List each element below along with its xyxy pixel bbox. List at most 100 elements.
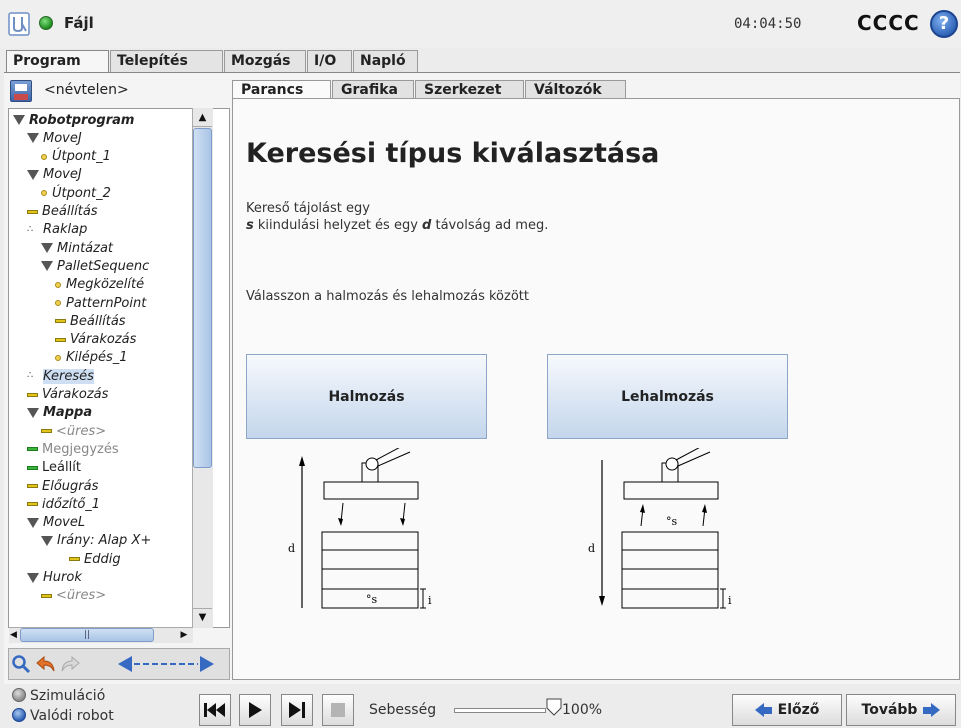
tree-node[interactable]: <üres> xyxy=(41,422,106,440)
tree-node-label: PalletSequenc xyxy=(57,258,150,274)
tree-node-label: Raklap xyxy=(43,222,88,238)
tree-node-label: PatternPoint xyxy=(66,295,147,311)
tree-node[interactable]: Megközelíté xyxy=(55,276,144,294)
tree-node[interactable]: ∴ Keresés xyxy=(27,367,94,385)
tree-node[interactable]: Megjegyzés xyxy=(27,440,119,458)
tab-move[interactable]: Mozgás xyxy=(224,50,306,72)
speed-slider[interactable] xyxy=(454,708,546,713)
tab-structure[interactable]: Szerkezet xyxy=(415,80,524,100)
tab-command[interactable]: Parancs xyxy=(232,80,331,100)
scroll-down-icon[interactable]: ▼ xyxy=(193,608,212,626)
stack-button[interactable]: Halmozás xyxy=(246,354,487,439)
real-robot-radio[interactable] xyxy=(12,708,26,722)
tree-node-label: Útpont_2 xyxy=(52,185,111,201)
tree-node[interactable]: PalletSequenc xyxy=(41,257,149,275)
tree-node[interactable]: időzítő_1 xyxy=(27,495,100,513)
tree-node[interactable]: PatternPoint xyxy=(55,294,146,312)
tab-installation[interactable]: Telepítés xyxy=(110,50,223,72)
tree-node-label: Keresés xyxy=(43,368,94,384)
diagram-i-label: i xyxy=(428,594,432,607)
tree-node[interactable]: Eddig xyxy=(69,550,121,568)
rewind-button[interactable] xyxy=(199,694,231,726)
tree-node[interactable]: Beállítás xyxy=(55,312,126,330)
waypoint-icon xyxy=(41,153,47,160)
description-line-2: s kiindulási helyzet és egy d távolság a… xyxy=(246,218,548,233)
desc-mid: kiindulási helyzet és egy xyxy=(253,218,423,233)
tree-node-label: Eddig xyxy=(84,551,121,567)
play-button[interactable] xyxy=(239,694,271,726)
folder-triangle-icon xyxy=(27,517,39,528)
program-name: <névtelen> xyxy=(44,82,129,98)
scroll-left-icon[interactable]: ◀ xyxy=(10,628,20,642)
clock: 04:04:50 xyxy=(734,16,802,32)
tree-node-label: MoveL xyxy=(43,515,86,531)
scroll-thumb[interactable] xyxy=(193,128,212,468)
tab-variables[interactable]: Változók xyxy=(525,80,626,100)
command-icon xyxy=(41,593,52,598)
tree-node[interactable]: Mappa xyxy=(27,404,92,422)
scroll-right-icon[interactable]: ▶ xyxy=(176,628,192,642)
scroll-up-icon[interactable]: ▲ xyxy=(193,109,212,127)
tree-node[interactable]: Várakozás xyxy=(55,331,136,349)
simulation-radio[interactable] xyxy=(12,688,26,702)
help-icon[interactable]: ? xyxy=(930,10,958,38)
choose-text: Válasszon a halmozás és lehalmozás közöt… xyxy=(246,289,529,304)
tree-node[interactable]: MoveL xyxy=(27,514,85,532)
tree-node-label: Mappa xyxy=(43,405,93,421)
command-icon xyxy=(27,392,38,397)
search-icon[interactable] xyxy=(10,650,32,678)
file-menu[interactable]: Fájl xyxy=(64,14,94,32)
destacking-diagram: d °s i xyxy=(588,448,732,609)
tree-node[interactable]: Útpont_2 xyxy=(41,184,111,202)
tree-node[interactable]: Leállít xyxy=(27,459,81,477)
header-bar xyxy=(0,0,961,48)
tree-node[interactable]: Útpont_1 xyxy=(41,148,111,166)
previous-button[interactable]: Előző xyxy=(732,694,842,726)
tree-node[interactable]: Irány: Alap X+ xyxy=(41,532,151,550)
folder-triangle-icon xyxy=(13,115,25,125)
tree-node-label: Beállítás xyxy=(70,313,126,329)
robot-status-icon[interactable] xyxy=(39,16,53,30)
tab-program[interactable]: Program xyxy=(6,50,109,74)
tree-node[interactable]: Kilépés_1 xyxy=(55,349,128,367)
tree-node-label: MoveJ xyxy=(43,130,82,146)
tree-node-label: Irány: Alap X+ xyxy=(57,533,152,549)
diagram-s-label: °s xyxy=(366,593,378,606)
tree-node-label: <üres> xyxy=(56,423,107,439)
waypoint-icon xyxy=(55,300,61,306)
destack-button[interactable]: Lehalmozás xyxy=(547,354,788,439)
redo-icon[interactable] xyxy=(58,650,82,678)
undo-icon[interactable] xyxy=(34,650,58,678)
tree-node[interactable]: ∴ Raklap xyxy=(27,221,87,239)
tree-node[interactable]: Mintázat xyxy=(41,239,113,257)
folder-triangle-icon xyxy=(41,535,53,546)
tree-node[interactable]: Előugrás xyxy=(27,477,98,495)
stop-button[interactable] xyxy=(322,694,354,726)
description-line-1: Kereső tájolást egy xyxy=(246,201,370,216)
step-button[interactable] xyxy=(281,694,313,726)
tree-node-label: Hurok xyxy=(43,570,82,585)
folder-triangle-icon xyxy=(27,133,39,144)
tree-node[interactable]: Beállítás xyxy=(27,203,98,221)
command-icon xyxy=(41,429,52,434)
next-label: Tovább xyxy=(861,702,918,718)
simulation-label[interactable]: Szimuláció xyxy=(30,688,105,704)
save-icon[interactable] xyxy=(10,80,32,102)
horizontal-scroll-thumb[interactable]: || xyxy=(20,628,154,642)
next-button[interactable]: Tovább xyxy=(846,694,956,726)
real-robot-label[interactable]: Valódi robot xyxy=(30,708,114,724)
tree-node[interactable]: Hurok xyxy=(27,569,82,587)
tree-node[interactable]: MoveJ xyxy=(27,166,82,184)
tab-io[interactable]: I/O xyxy=(307,50,352,72)
tree-node[interactable]: Robotprogram xyxy=(13,111,134,129)
tab-graphics[interactable]: Grafika xyxy=(332,80,414,100)
command-icon xyxy=(27,209,38,214)
tree-node[interactable]: Várakozás xyxy=(27,386,108,404)
tree-node[interactable]: MoveJ xyxy=(27,129,82,147)
tab-log[interactable]: Napló xyxy=(353,50,418,72)
speed-slider-knob[interactable] xyxy=(546,698,562,716)
tree-node[interactable]: <üres> xyxy=(41,587,106,605)
pallet-icon: ∴ xyxy=(27,370,34,382)
desc-s: s xyxy=(246,218,254,233)
move-node-icon[interactable] xyxy=(104,650,228,678)
